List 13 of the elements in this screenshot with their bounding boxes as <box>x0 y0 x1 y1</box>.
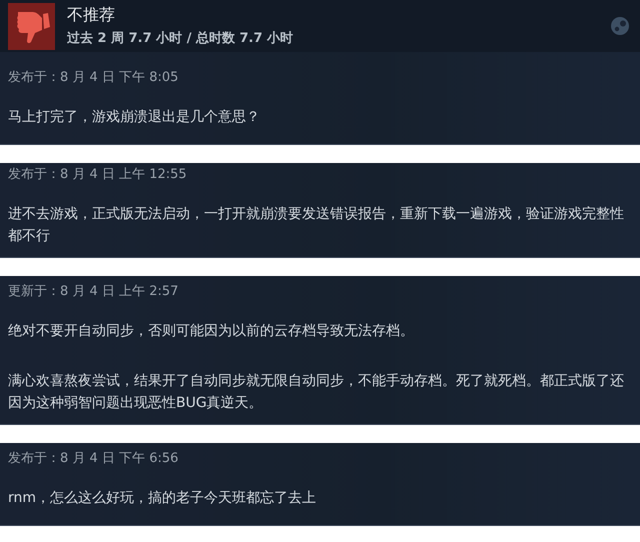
review-text: 绝对不要开自动同步，否则可能因为以前的云存档导致无法存档。 <box>8 322 415 341</box>
review-text: 马上打完了，游戏崩溃退出是几个意思？ <box>8 108 261 127</box>
review-verdict: 不推荐 <box>67 5 116 26</box>
review-date: 更新于：8 月 4 日 上午 2:57 <box>8 283 180 301</box>
steam-logo-icon <box>610 16 630 36</box>
thumbs-down-icon <box>8 2 55 50</box>
review-date: 发布于：8 月 4 日 下午 6:56 <box>8 450 180 468</box>
review-date: 发布于：8 月 4 日 下午 8:05 <box>8 69 180 87</box>
review-text: 进不去游戏，正式版无法启动，一打开就崩溃要发送错误报告，重新下载一遍游戏，验证游戏完整性都不行 <box>8 205 625 246</box>
review-text: rnm，怎么这么好玩，搞的老子今天班都忘了去上 <box>8 489 318 508</box>
playtime-text: 过去 2 周 7.7 小时 / 总时数 7.7 小时 <box>67 30 294 47</box>
review-date: 发布于：8 月 4 日 上午 12:55 <box>8 166 188 184</box>
review-text: 满心欢喜熬夜尝试，结果开了自动同步就无限自动同步，不能手动存档。死了就死档。都正式版了还因为这种弱智问题出现恶性BUG真逆天。 <box>8 372 625 413</box>
